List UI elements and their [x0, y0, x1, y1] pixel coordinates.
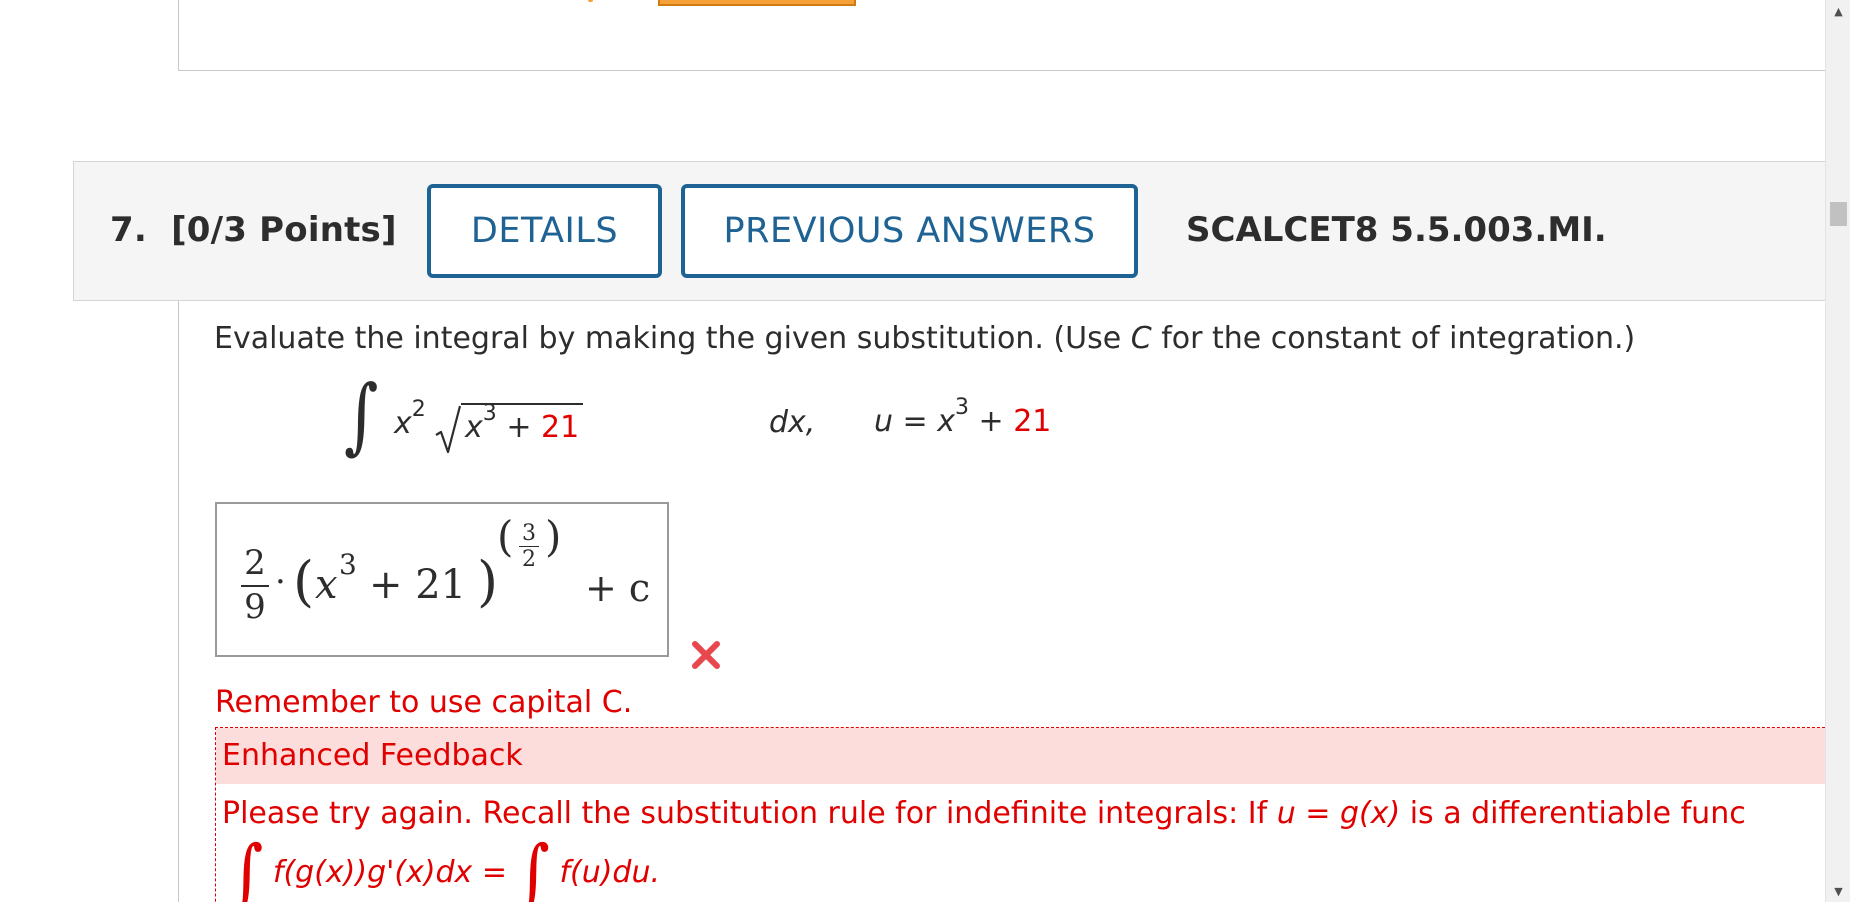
outer-exponent-denominator: 2	[522, 547, 536, 573]
inner-variable: x	[315, 562, 338, 608]
enhanced-feedback: Enhanced Feedback Please try again. Reca…	[215, 727, 1850, 902]
feedback-func-g: g	[1339, 796, 1359, 831]
formula-left-side: f(g(x))g'(x)dx =	[272, 855, 507, 890]
answer-math: 2 9 · ( x 3 + 21 ) ( 3 2 ) + c	[217, 504, 667, 655]
plus-constant: + c	[585, 566, 651, 610]
question-body: Evaluate the integral by making the give…	[178, 301, 1850, 902]
hint-message: Remember to use capital C.	[215, 685, 633, 720]
feedback-equals: =	[1295, 796, 1340, 831]
previous-question-panel	[178, 0, 1838, 71]
substitution-plus: +	[978, 404, 1004, 439]
previous-answers-button[interactable]: PREVIOUS ANSWERS	[681, 184, 1138, 278]
right-paren: )	[477, 550, 499, 613]
inner-exponent: 3	[339, 548, 357, 581]
differential: dx,	[769, 405, 816, 440]
coefficient-denominator: 9	[244, 586, 266, 627]
exponent-left-paren: (	[497, 512, 514, 561]
exponent-right-paren: )	[545, 512, 562, 561]
radical-sign	[435, 405, 461, 454]
coefficient-numerator: 2	[244, 543, 266, 583]
substitution-exponent: 3	[954, 395, 969, 420]
radicand-exponent: 3	[482, 401, 497, 426]
wrong-x-icon	[692, 641, 720, 669]
vertical-scrollbar[interactable]: ▲ ▼	[1825, 0, 1850, 902]
previous-question-button[interactable]	[658, 0, 856, 6]
answer-input[interactable]: 2 9 · ( x 3 + 21 ) ( 3 2 ) + c	[215, 502, 669, 657]
question-index: 7.	[110, 210, 147, 250]
scroll-down-arrow-icon[interactable]: ▼	[1826, 880, 1850, 902]
integrand-base: x	[394, 406, 412, 441]
substitution-rule-formula: ∫ f(g(x))g'(x)dx = ∫ f(u)du.	[230, 831, 661, 902]
substitution-constant: 21	[1013, 404, 1052, 439]
integrand-exponent: 2	[411, 397, 426, 422]
multiply-dot: ·	[275, 562, 286, 602]
coefficient-fraction: 2 9	[241, 543, 269, 627]
inner-rest: + 21	[369, 562, 467, 608]
question-points: [0/3 Points]	[171, 210, 397, 250]
prompt-variable: C	[1130, 321, 1152, 356]
integrand-power: x2	[394, 397, 426, 441]
viewport: 7. [0/3 Points] DETAILS PREVIOUS ANSWERS…	[0, 0, 1850, 902]
substitution: u = x3 + 21	[874, 395, 1052, 439]
details-button[interactable]: DETAILS	[427, 184, 662, 278]
outer-exponent-numerator: 3	[522, 521, 536, 546]
radicand-variable: x	[465, 410, 483, 445]
prompt-text-before: Evaluate the integral by making the give…	[214, 321, 1131, 356]
integral-sign: ∫	[344, 367, 379, 464]
feedback-text-before: Please try again. Recall the substitutio…	[222, 796, 1277, 831]
feedback-integral-sign-left: ∫	[230, 830, 264, 902]
formula-right-side: f(u)du.	[559, 855, 661, 890]
feedback-arg-x: (x)	[1358, 796, 1401, 831]
feedback-text-after: is a differentiable func	[1400, 796, 1746, 831]
question-number: 7. [0/3 Points]	[110, 210, 397, 250]
feedback-var-u: u	[1276, 796, 1296, 831]
question-prompt: Evaluate the integral by making the give…	[214, 321, 1635, 356]
feedback-text: Please try again. Recall the substitutio…	[222, 796, 1746, 831]
radicand: x3 + 21	[461, 401, 584, 445]
previous-question-marker	[588, 0, 593, 2]
radicand-plus: +	[506, 410, 532, 445]
outer-exponent-fraction: 3 2	[519, 522, 539, 571]
question-code: SCALCET8 5.5.003.MI.	[1186, 210, 1607, 250]
left-paren: (	[293, 550, 315, 613]
prompt-text-after: for the constant of integration.)	[1151, 321, 1636, 356]
substitution-lhs: u = x	[874, 404, 955, 439]
scroll-thumb[interactable]	[1830, 202, 1847, 226]
radicand-constant: 21	[541, 410, 580, 445]
feedback-integral-sign-right: ∫	[516, 830, 550, 902]
feedback-header: Enhanced Feedback	[216, 728, 1850, 784]
question-header: 7. [0/3 Points] DETAILS PREVIOUS ANSWERS…	[73, 161, 1843, 301]
scroll-up-arrow-icon[interactable]: ▲	[1826, 0, 1850, 22]
